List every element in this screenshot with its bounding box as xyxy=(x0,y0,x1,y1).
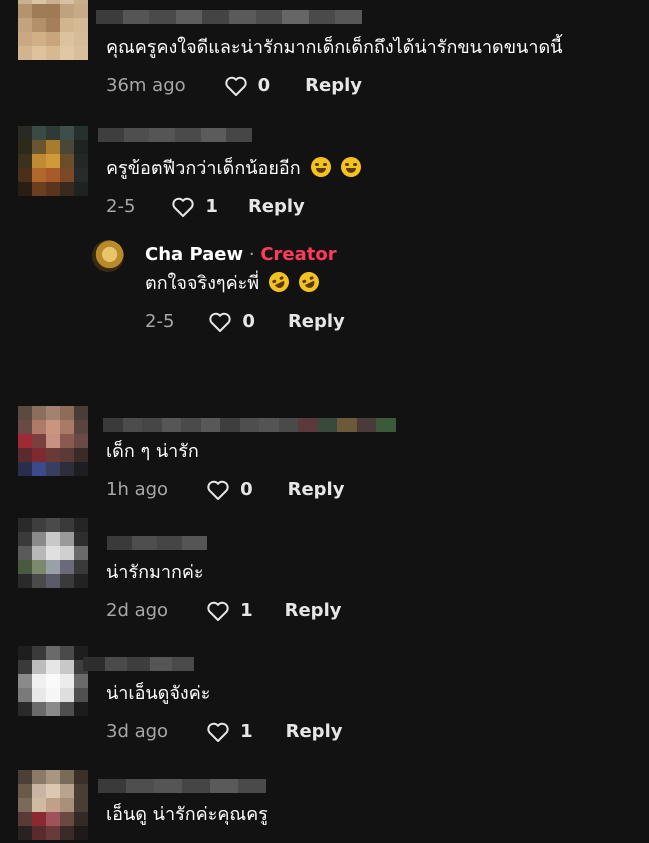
heart-outline-icon xyxy=(209,312,232,332)
reply-header: Cha Paew · Creator xyxy=(145,243,337,267)
username-blurred[interactable] xyxy=(98,779,266,793)
rolling-laughing-emoji-icon xyxy=(265,268,293,296)
creator-username[interactable]: Cha Paew xyxy=(145,244,243,265)
avatar[interactable] xyxy=(18,646,88,716)
separator-dot: · xyxy=(248,244,255,265)
like-count: 1 xyxy=(240,721,253,742)
avatar[interactable] xyxy=(18,0,88,60)
like-count: 0 xyxy=(242,311,255,332)
like-count: 1 xyxy=(205,196,218,217)
avatar[interactable] xyxy=(18,406,88,476)
heart-outline-icon xyxy=(172,197,195,217)
creator-avatar[interactable] xyxy=(92,240,124,272)
heart-outline-icon xyxy=(224,76,247,96)
reply-button[interactable]: Reply xyxy=(248,195,305,219)
heart-outline-icon xyxy=(207,601,229,621)
reply-button[interactable]: Reply xyxy=(286,720,343,744)
comment-time: 2-5 xyxy=(106,196,136,217)
comment-text: คุณครูคงใจดีและน่ารักมากเด็กเด็กถึงได้น่… xyxy=(106,37,563,58)
comment-text: น่าเอ็นดูจังค่ะ xyxy=(106,683,211,704)
like-button[interactable]: 0 xyxy=(206,478,253,502)
avatar[interactable] xyxy=(18,518,88,588)
reply-button[interactable]: Reply xyxy=(305,74,362,98)
username-blurred[interactable] xyxy=(107,536,207,550)
username-blurred[interactable] xyxy=(83,657,195,671)
like-count: 1 xyxy=(240,600,253,621)
rolling-laughing-emoji-icon xyxy=(295,268,323,296)
grinning-sweat-emoji-icon xyxy=(310,157,331,177)
comment-text: เด็ก ๆ น่ารัก xyxy=(106,441,199,462)
avatar[interactable] xyxy=(18,770,88,840)
heart-outline-icon xyxy=(207,722,229,742)
reply-button[interactable]: Reply xyxy=(285,599,342,623)
like-count: 0 xyxy=(240,479,253,500)
like-count: 0 xyxy=(257,75,271,96)
grinning-sweat-emoji-icon xyxy=(340,157,361,177)
avatar[interactable] xyxy=(18,126,88,196)
comment-time: 1h ago xyxy=(106,479,169,500)
like-button[interactable]: 0 xyxy=(224,74,271,98)
reply-text-value: ตกใจจริงๆค่ะพี่ xyxy=(145,273,260,294)
reply-text: ตกใจจริงๆค่ะพี่ xyxy=(145,268,323,296)
like-button[interactable]: 1 xyxy=(171,195,218,219)
creator-badge: Creator xyxy=(260,244,337,265)
comment-time: 2-5 xyxy=(145,311,175,332)
comment-time: 2d ago xyxy=(106,600,169,621)
comment-text-value: ครูข้อตฟีวกว่าเด็กน้อยอีก xyxy=(106,158,301,179)
like-button[interactable]: 0 xyxy=(208,310,255,334)
heart-outline-icon xyxy=(207,480,229,500)
reply-button[interactable]: Reply xyxy=(288,310,345,334)
comment-text: น่ารักมากค่ะ xyxy=(106,562,204,583)
username-blurred[interactable] xyxy=(103,418,396,432)
username-blurred[interactable] xyxy=(96,10,362,24)
like-button[interactable]: 1 xyxy=(206,599,253,623)
like-button[interactable]: 1 xyxy=(206,720,253,744)
reply-button[interactable]: Reply xyxy=(288,478,345,502)
comment-text: เอ็นดู น่ารักค่ะคุณครู xyxy=(106,804,268,825)
comment-time: 36m ago xyxy=(106,75,186,96)
comment-text: ครูข้อตฟีวกว่าเด็กน้อยอีก xyxy=(106,157,361,181)
comment-time: 3d ago xyxy=(106,721,169,742)
username-blurred[interactable] xyxy=(98,128,253,142)
